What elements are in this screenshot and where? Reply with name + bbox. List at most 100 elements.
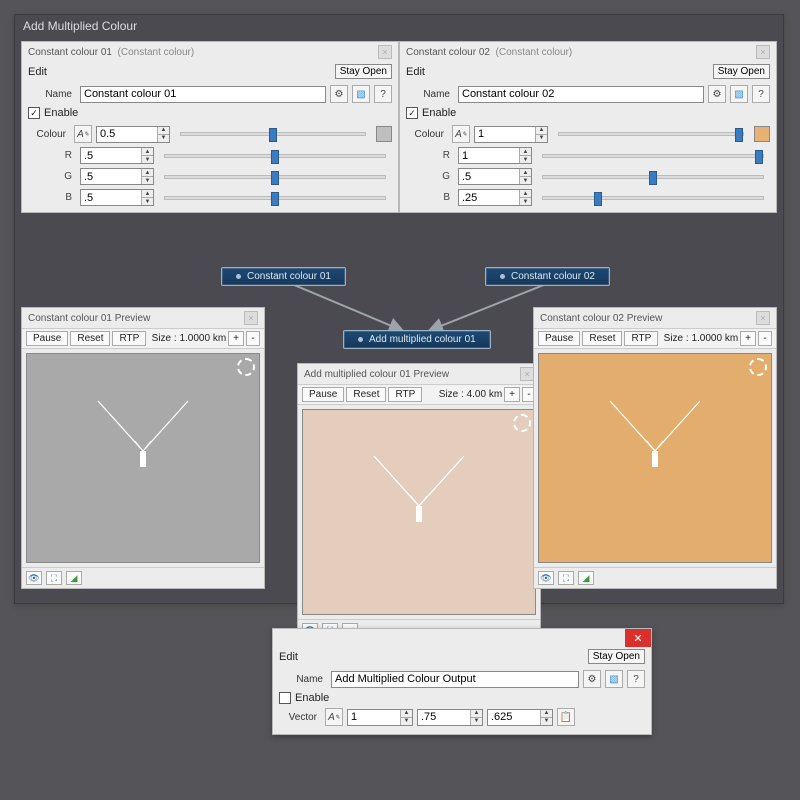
close-icon[interactable]: ×	[756, 311, 770, 325]
eye-icon[interactable]: 👁	[26, 571, 42, 585]
pencil-icon[interactable]: A✎	[325, 708, 343, 726]
r-value[interactable]	[81, 148, 141, 163]
spin-up-icon[interactable]: ▲	[519, 190, 531, 198]
spin-down-icon[interactable]: ▼	[519, 198, 531, 205]
node-chip-constant-2[interactable]: Constant colour 02	[485, 267, 610, 286]
sun-widget-icon[interactable]	[749, 358, 767, 376]
vector-y-spinner[interactable]: ▲▼	[417, 709, 483, 726]
slider-thumb[interactable]	[594, 192, 602, 206]
copy-icon[interactable]: 📋	[557, 708, 575, 726]
colour-value[interactable]	[97, 127, 157, 142]
leaf-icon[interactable]: ◢	[66, 571, 82, 585]
spin-down-icon[interactable]: ▼	[141, 156, 153, 163]
crop-icon[interactable]: ⛶	[46, 571, 62, 585]
spin-up-icon[interactable]: ▲	[400, 710, 412, 718]
spin-up-icon[interactable]: ▲	[540, 710, 552, 718]
g-value[interactable]	[459, 169, 519, 184]
rtp-button[interactable]: RTP	[112, 331, 146, 346]
b-slider[interactable]	[164, 196, 386, 200]
colour-swatch[interactable]	[376, 126, 392, 142]
gear-icon[interactable]: ⚙	[583, 670, 601, 688]
vector-y-value[interactable]	[418, 710, 470, 725]
spin-down-icon[interactable]: ▼	[400, 718, 412, 725]
spin-up-icon[interactable]: ▲	[470, 710, 482, 718]
g-slider[interactable]	[542, 175, 764, 179]
g-value[interactable]	[81, 169, 141, 184]
stay-open-button[interactable]: Stay Open	[713, 64, 770, 79]
stay-open-button[interactable]: Stay Open	[335, 64, 392, 79]
zoom-out-button[interactable]: -	[246, 331, 260, 346]
spin-down-icon[interactable]: ▼	[519, 156, 531, 163]
leaf-icon[interactable]: ◢	[578, 571, 594, 585]
spin-down-icon[interactable]: ▼	[141, 198, 153, 205]
reset-button[interactable]: Reset	[70, 331, 110, 346]
slider-thumb[interactable]	[269, 128, 277, 142]
preview-canvas[interactable]	[538, 353, 772, 563]
colour-slider[interactable]	[180, 132, 366, 136]
sun-widget-icon[interactable]	[513, 414, 531, 432]
pause-button[interactable]: Pause	[302, 387, 344, 402]
spin-down-icon[interactable]: ▼	[535, 135, 547, 142]
close-icon[interactable]: ×	[520, 367, 534, 381]
spin-up-icon[interactable]: ▲	[519, 148, 531, 156]
preview-icon[interactable]: ▧	[730, 85, 748, 103]
close-icon[interactable]: ×	[756, 45, 770, 59]
close-icon[interactable]: ×	[378, 45, 392, 59]
colour-slider[interactable]	[558, 132, 744, 136]
slider-thumb[interactable]	[755, 150, 763, 164]
name-input[interactable]	[458, 86, 704, 103]
spin-down-icon[interactable]: ▼	[157, 135, 169, 142]
edit-menu[interactable]: Edit	[28, 66, 47, 78]
preview-canvas[interactable]	[302, 409, 536, 615]
b-spinner[interactable]: ▲▼	[80, 189, 154, 206]
b-value[interactable]	[459, 190, 519, 205]
rtp-button[interactable]: RTP	[388, 387, 422, 402]
edit-menu[interactable]: Edit	[406, 66, 425, 78]
slider-thumb[interactable]	[649, 171, 657, 185]
spin-up-icon[interactable]: ▲	[535, 127, 547, 135]
vector-x-spinner[interactable]: ▲▼	[347, 709, 413, 726]
enable-checkbox[interactable]: ✓	[28, 107, 40, 119]
b-slider[interactable]	[542, 196, 764, 200]
pause-button[interactable]: Pause	[26, 331, 68, 346]
name-input[interactable]	[80, 86, 326, 103]
slider-thumb[interactable]	[735, 128, 743, 142]
help-icon[interactable]: ?	[374, 85, 392, 103]
help-icon[interactable]: ?	[627, 670, 645, 688]
preview-icon[interactable]: ▧	[352, 85, 370, 103]
pause-button[interactable]: Pause	[538, 331, 580, 346]
spin-down-icon[interactable]: ▼	[141, 177, 153, 184]
r-spinner[interactable]: ▲▼	[80, 147, 154, 164]
colour-spinner[interactable]: ▲▼	[96, 126, 170, 143]
zoom-in-button[interactable]: +	[228, 331, 244, 346]
name-input[interactable]	[331, 671, 579, 688]
spin-up-icon[interactable]: ▲	[519, 169, 531, 177]
g-slider[interactable]	[164, 175, 386, 179]
spin-up-icon[interactable]: ▲	[141, 190, 153, 198]
spin-up-icon[interactable]: ▲	[141, 148, 153, 156]
sun-widget-icon[interactable]	[237, 358, 255, 376]
vector-z-spinner[interactable]: ▲▼	[487, 709, 553, 726]
pencil-icon[interactable]: A✎	[74, 125, 92, 143]
edit-menu[interactable]: Edit	[279, 651, 298, 663]
g-spinner[interactable]: ▲▼	[458, 168, 532, 185]
b-value[interactable]	[81, 190, 141, 205]
colour-spinner[interactable]: ▲▼	[474, 126, 548, 143]
zoom-out-button[interactable]: -	[758, 331, 772, 346]
stay-open-button[interactable]: Stay Open	[588, 649, 645, 664]
zoom-in-button[interactable]: +	[740, 331, 756, 346]
slider-thumb[interactable]	[271, 171, 279, 185]
spin-up-icon[interactable]: ▲	[157, 127, 169, 135]
vector-x-value[interactable]	[348, 710, 400, 725]
close-icon[interactable]: ×	[244, 311, 258, 325]
reset-button[interactable]: Reset	[582, 331, 622, 346]
r-value[interactable]	[459, 148, 519, 163]
spin-down-icon[interactable]: ▼	[470, 718, 482, 725]
colour-swatch[interactable]	[754, 126, 770, 142]
gear-icon[interactable]: ⚙	[330, 85, 348, 103]
spin-down-icon[interactable]: ▼	[540, 718, 552, 725]
rtp-button[interactable]: RTP	[624, 331, 658, 346]
pencil-icon[interactable]: A✎	[452, 125, 470, 143]
r-slider[interactable]	[542, 154, 764, 158]
crop-icon[interactable]: ⛶	[558, 571, 574, 585]
